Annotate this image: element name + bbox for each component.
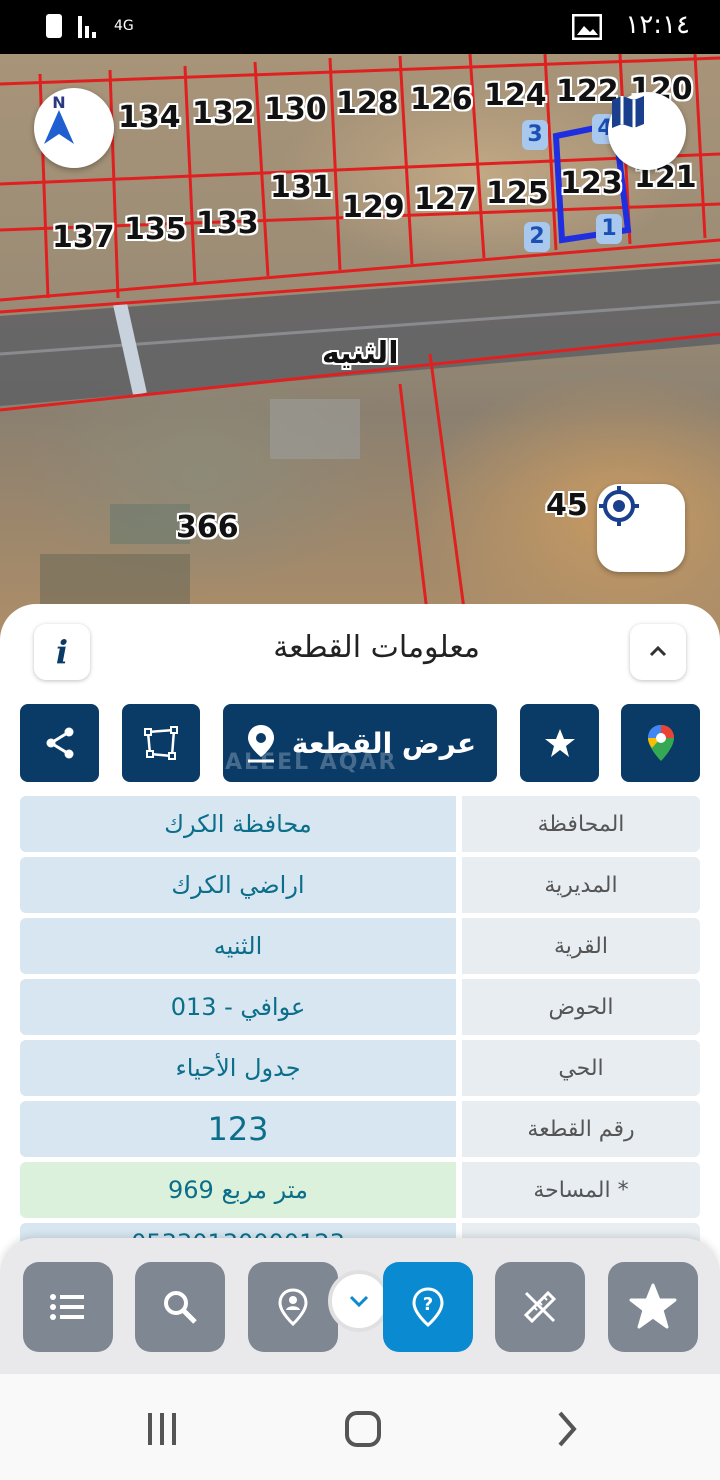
status-bar: 4G ١٢:١٤ [0,0,720,54]
image-icon [572,14,602,40]
parcel-query-button[interactable]: ? [383,1262,473,1352]
parcel-label: 45 [546,488,588,523]
polygon-icon [144,726,178,760]
row-value: اراضي الكرك [20,857,456,913]
share-icon [46,727,73,759]
parcel-label: 123 [560,166,623,201]
star-icon [544,729,575,757]
crosshair-icon [599,486,639,526]
vertex-marker[interactable]: 3 [522,120,548,150]
status-time: ١٢:١٤ [625,10,690,40]
row-label: الحوض [462,979,700,1035]
row-label: المساحة * [462,1162,700,1218]
location-pin-icon [278,1288,308,1326]
recent-apps-icon [148,1413,176,1445]
list-button[interactable] [23,1262,113,1352]
row-value: عوافي - 013 [20,979,456,1035]
row-value: 123 [20,1101,456,1157]
parcel-label: 130 [264,92,327,127]
north-arrow-icon: N [44,93,74,144]
svg-text:?: ? [423,1294,433,1315]
table-row: 969 متر مربع المساحة * [20,1162,700,1218]
compass-button[interactable]: N [34,88,114,168]
parcel-shape-button[interactable] [122,704,200,782]
favorites-button[interactable] [608,1262,698,1352]
recent-apps-button[interactable] [132,1404,192,1454]
panel-title: معلومات القطعة [273,630,480,665]
table-row: 123 رقم القطعة [20,1101,700,1157]
table-row: عوافي - 013 الحوض [20,979,700,1035]
parcel-label: 126 [410,82,473,117]
vertex-marker[interactable]: 1 [596,214,622,244]
parcel-label: 135 [124,212,187,247]
info-button[interactable]: i [34,624,90,680]
parcel-label: 131 [270,170,333,205]
row-value: 969 متر مربع [20,1162,456,1218]
sim-icon [46,14,62,38]
parcel-label: 366 [176,510,239,545]
road-label: الثنيه [322,336,399,371]
status-icons: 4G [44,12,134,40]
map-icon [612,96,644,128]
google-maps-icon [647,725,674,761]
home-button[interactable] [333,1404,393,1454]
bottom-toolbar: ? [0,1238,720,1374]
map-view[interactable]: 134 132 130 128 126 124 122 120 131 129 … [0,54,720,654]
table-row: الثنيه القرية [20,918,700,974]
network-type: 4G [114,18,134,34]
vertex-marker[interactable]: 2 [524,222,550,252]
home-icon [345,1411,381,1447]
parcel-label: 128 [336,86,399,121]
row-value: جدول الأحياء [20,1040,456,1096]
parcel-label: 124 [484,78,547,113]
row-label: المحافظة [462,796,700,852]
map-layers-button[interactable] [608,92,686,170]
parcel-label: 133 [196,206,259,241]
my-location-button[interactable] [597,484,685,572]
list-icon [50,1294,84,1320]
collapse-panel-button[interactable] [630,624,686,680]
my-places-button[interactable] [248,1262,338,1352]
row-label: الحي [462,1040,700,1096]
help-pin-icon: ? [412,1287,444,1327]
table-row: اراضي الكرك المديرية [20,857,700,913]
parcel-label: 129 [342,190,405,225]
table-row: جدول الأحياء الحي [20,1040,700,1096]
parcel-label: 125 [486,176,549,211]
favorite-button[interactable] [520,704,599,782]
toggle-toolbar-button[interactable] [328,1270,390,1332]
row-label: المديرية [462,857,700,913]
row-label: رقم القطعة [462,1101,700,1157]
parcel-label: 132 [192,96,255,131]
system-nav-bar [0,1374,720,1480]
watermark-text: ALEEL AQAR [225,750,398,775]
chevron-up-icon [649,645,667,657]
search-icon [164,1291,197,1324]
chevron-down-icon [349,1295,369,1308]
chevron-right-icon [558,1411,577,1447]
info-icon: i [55,633,69,671]
parcel-label: 134 [118,100,181,135]
panel-header: i معلومات القطعة [0,604,720,696]
signal-icon [78,16,96,38]
measure-button[interactable] [495,1262,585,1352]
table-row: محافظة الكرك المحافظة [20,796,700,852]
svg-text:N: N [52,93,65,112]
search-button[interactable] [135,1262,225,1352]
row-label: القرية [462,918,700,974]
row-value: الثنيه [20,918,456,974]
back-button[interactable] [536,1404,596,1454]
parcel-label: 127 [414,182,477,217]
row-value: محافظة الكرك [20,796,456,852]
star-icon [629,1283,677,1329]
share-button[interactable] [20,704,99,782]
info-table: محافظة الكرك المحافظة اراضي الكرك المدير… [20,796,700,1284]
ruler-icon [523,1290,557,1324]
google-maps-button[interactable] [621,704,700,782]
parcel-info-panel: i معلومات القطعة عرض القطعة ALEEL AQAR م… [0,604,720,1304]
parcel-label: 137 [52,220,115,255]
